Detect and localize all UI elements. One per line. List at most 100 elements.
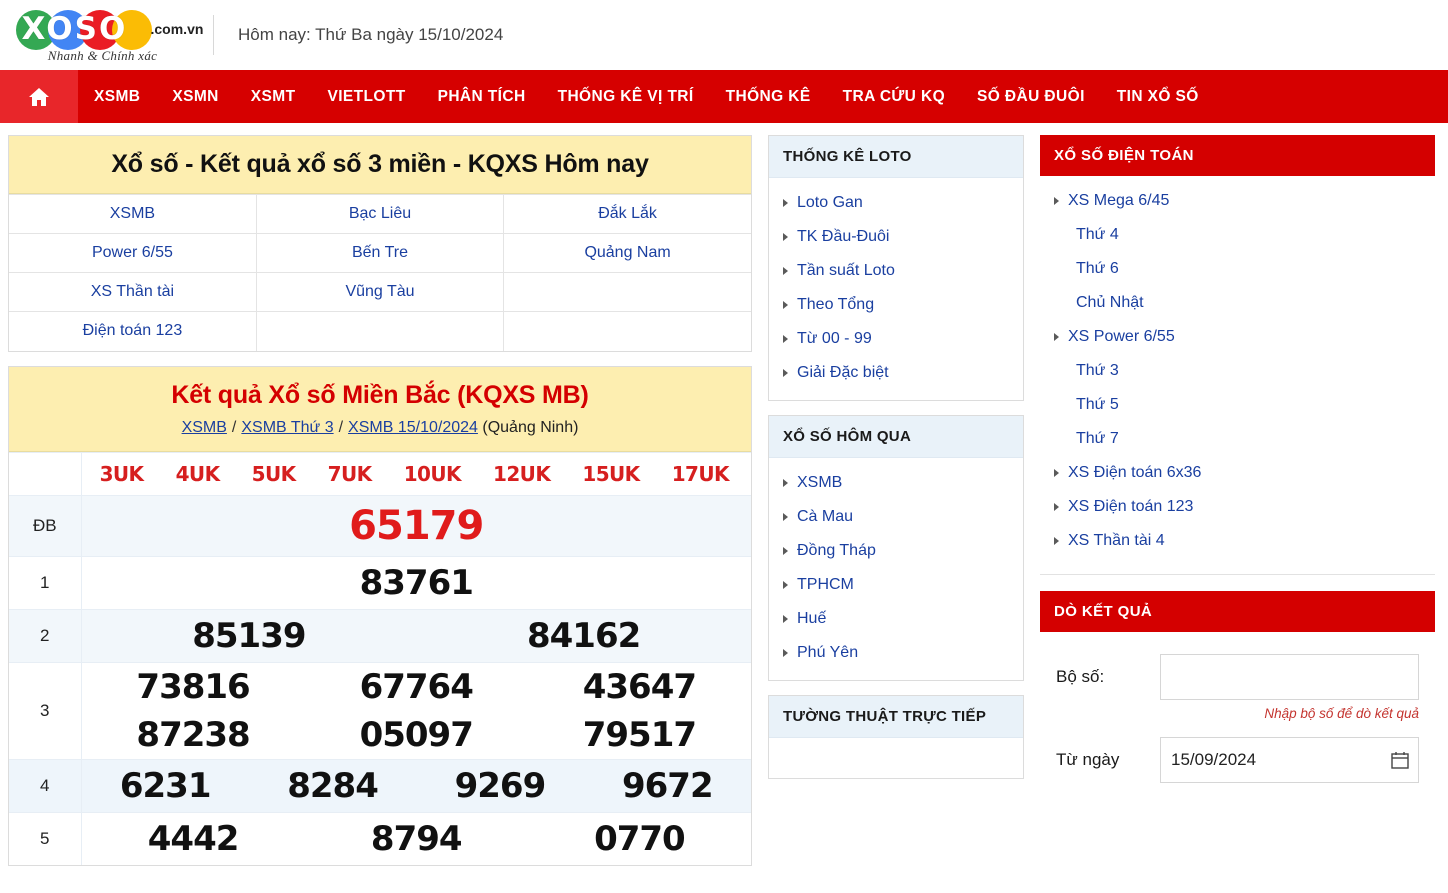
prize-label-db: ĐB [9,494,82,556]
quick-link-vung-tau[interactable]: Vũng Tàu [255,272,505,312]
list-item-label: Tần suất Loto [797,262,895,279]
prize-number: 05097 [359,714,474,755]
breadcrumb-link-xsmb[interactable]: XSMB [182,419,227,436]
uk-header-12uk[interactable]: 12UK [493,462,551,486]
list-item-theo-tong[interactable]: Theo Tổng [769,288,1023,322]
list-item-ca-mau[interactable]: Cà Mau [769,500,1023,534]
check-result-panel: DÒ KẾT QUẢ Bộ số: Nhập bộ số để dò kết q… [1040,591,1435,799]
chevron-right-icon [1054,503,1059,511]
site-header: XOSO .com.vn Nhanh & Chính xác Hôm nay: … [0,0,1448,70]
right-sidebar: XỔ SỐ ĐIỆN TOÁN XS Mega 6/45 Thứ 4 Thứ 6… [1040,135,1435,799]
nav-item-tin-xo-so[interactable]: TIN XỔ SỐ [1101,70,1215,123]
page-title: Xổ số - Kết quả xổ số 3 miền - KQXS Hôm … [111,150,649,178]
quick-link-power655[interactable]: Power 6/55 [9,233,257,273]
list-item-dong-thap[interactable]: Đồng Tháp [769,534,1023,568]
boso-hint: Nhập bộ số để dò kết quả [1264,706,1419,721]
list-item-label: Theo Tổng [797,296,875,313]
nav-item-so-dau-duoi[interactable]: SỐ ĐẦU ĐUÔI [961,70,1101,123]
list-item-label: Thứ 6 [1076,260,1119,277]
quick-link-quang-nam[interactable]: Quảng Nam [503,233,751,273]
uk-header-list: 3UK 4UK 5UK 7UK 10UK 12UK 15UK 17UK [82,453,752,495]
list-item-power-thu3[interactable]: Thứ 3 [1040,354,1435,388]
prize-number-list: 65179 [82,496,752,556]
nav-item-thong-ke[interactable]: THỐNG KÊ [710,70,827,123]
date-input[interactable] [1160,737,1419,783]
check-result-title: DÒ KẾT QUẢ [1054,603,1153,620]
nav-item-xsmt[interactable]: XSMT [235,70,312,123]
table-row: XS Thần tài Vũng Tàu [9,272,751,312]
list-item-xsmb[interactable]: XSMB [769,466,1023,500]
list-item-hue[interactable]: Huế [769,602,1023,636]
prize-label-2: 2 [9,608,82,662]
breadcrumb-link-date[interactable]: XSMB 15/10/2024 [348,419,478,436]
boso-input[interactable] [1160,654,1419,700]
nav-item-vietlott[interactable]: VIETLOTT [311,70,421,123]
list-item-mega-thu6[interactable]: Thứ 6 [1040,252,1435,286]
uk-header-15uk[interactable]: 15UK [582,462,640,486]
list-item-mega-thu4[interactable]: Thứ 4 [1040,218,1435,252]
nav-item-thong-ke-vi-tri[interactable]: THỐNG KÊ VỊ TRÍ [542,70,710,123]
live-broadcast-title: TƯỜNG THUẬT TRỰC TIẾP [783,708,987,725]
quick-link-bac-lieu[interactable]: Bạc Liêu [255,194,505,234]
quick-link-dak-lak[interactable]: Đắk Lắk [503,194,751,234]
uk-header-3uk[interactable]: 3UK [100,462,144,486]
list-item-tu-00-99[interactable]: Từ 00 - 99 [769,322,1023,356]
header-divider [213,15,214,55]
quick-links-header: Xổ số - Kết quả xổ số 3 miền - KQXS Hôm … [9,136,751,194]
list-item-giai-dac-biet[interactable]: Giải Đặc biệt [769,356,1023,390]
list-item-dien-toan-6x36[interactable]: XS Điện toán 6x36 [1040,456,1435,490]
list-item-mega-chu-nhat[interactable]: Chủ Nhật [1040,286,1435,320]
check-result-form: Bộ số: Nhập bộ số để dò kết quả Từ ngày [1040,632,1435,799]
quick-link-ben-tre[interactable]: Bến Tre [255,233,505,273]
nav-item-phan-tich[interactable]: PHÂN TÍCH [422,70,542,123]
list-item-than-tai-4[interactable]: XS Thần tài 4 [1040,524,1435,558]
boso-label: Bộ số: [1056,667,1105,686]
list-item-power-thu7[interactable]: Thứ 7 [1040,422,1435,456]
quick-link-xsmb[interactable]: XSMB [9,194,257,234]
uk-header-10uk[interactable]: 10UK [404,462,462,486]
prize-label-1: 1 [9,555,82,609]
quick-links-table: XSMB Bạc Liêu Đắk Lắk Power 6/55 Bến Tre… [9,194,751,351]
uk-header-7uk[interactable]: 7UK [328,462,372,486]
uk-header-17uk[interactable]: 17UK [672,462,730,486]
site-logo[interactable]: XOSO .com.vn Nhanh & Chính xác [10,7,203,64]
breadcrumb-link-thu3[interactable]: XSMB Thứ 3 [241,419,333,436]
prize-number: 85139 [192,615,306,656]
chevron-right-icon [1054,537,1059,545]
nav-item-xsmn[interactable]: XSMN [156,70,234,123]
list-item-label: Huế [797,610,827,627]
list-item-power-thu5[interactable]: Thứ 5 [1040,388,1435,422]
list-item-label: Cà Mau [797,508,854,525]
prize-number-list: 87238 05097 79517 [82,711,752,759]
chevron-right-icon [783,369,788,377]
quick-link-dien-toan-123[interactable]: Điện toán 123 [9,311,257,351]
list-item-label: XS Power 6/55 [1068,328,1175,345]
list-item-power-655[interactable]: XS Power 6/55 [1040,320,1435,354]
quick-link-than-tai[interactable]: XS Thần tài [9,272,257,312]
prize-cell-5: 4442 8794 0770 [81,811,751,865]
list-item-phu-yen[interactable]: Phú Yên [769,636,1023,670]
table-row: XSMB Bạc Liêu Đắk Lắk [9,194,751,234]
yesterday-header: XỔ SỐ HÔM QUA [769,416,1023,458]
prize-cell-db: 65179 [81,494,752,556]
list-item-tphcm[interactable]: TPHCM [769,568,1023,602]
list-item-mega-645[interactable]: XS Mega 6/45 [1040,184,1435,218]
breadcrumb-separator: / [231,418,237,436]
list-item-tan-suat-loto[interactable]: Tần suất Loto [769,254,1023,288]
nav-item-xsmb[interactable]: XSMB [78,70,156,123]
main-navigation: XSMB XSMN XSMT VIETLOTT PHÂN TÍCH THỐNG … [0,70,1448,123]
nav-item-tra-cuu-kq[interactable]: TRA CỨU KQ [827,70,961,123]
uk-header-5uk[interactable]: 5UK [252,462,296,486]
prize-number: 67764 [359,666,474,707]
live-broadcast-body [769,738,1023,778]
prize-number-list: 83761 [82,557,752,609]
calendar-icon[interactable] [1391,751,1409,769]
nav-home-button[interactable] [0,70,78,123]
results-title: Kết quả Xổ số Miền Bắc (KQXS MB) [171,380,589,409]
list-item-loto-gan[interactable]: Loto Gan [769,186,1023,220]
yesterday-title: XỔ SỐ HÔM QUA [783,428,912,445]
list-item-tk-dau-duoi[interactable]: TK Đầu-Đuôi [769,220,1023,254]
list-item-dien-toan-123[interactable]: XS Điện toán 123 [1040,490,1435,524]
uk-header-4uk[interactable]: 4UK [176,462,220,486]
loto-stats-list: Loto Gan TK Đầu-Đuôi Tần suất Loto Theo … [769,178,1023,400]
